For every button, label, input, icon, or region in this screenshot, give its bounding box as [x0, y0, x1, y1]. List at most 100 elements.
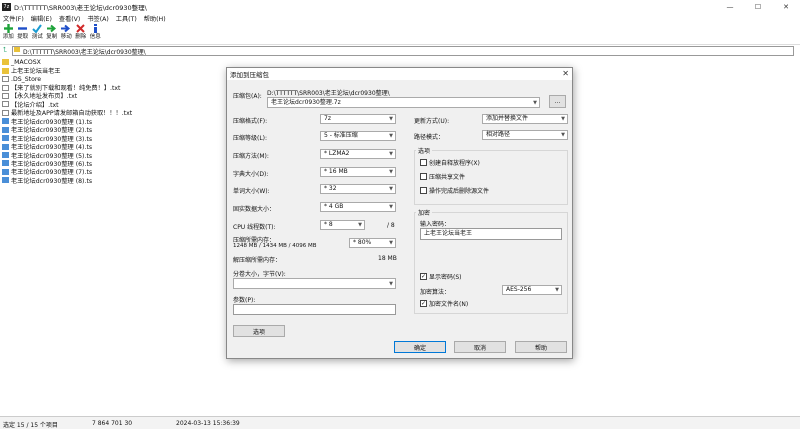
delete-after-checkbox[interactable]: 操作完成后删除源文件 [420, 186, 489, 195]
checkbox-unchecked-icon [420, 187, 427, 194]
solid-value: * 4 GB [324, 203, 344, 210]
menu-view[interactable]: 查看(V) [59, 14, 80, 23]
browse-button[interactable]: ... [549, 95, 566, 108]
enc-method-select[interactable]: AES-256 ▼ [502, 285, 562, 295]
cpu-select[interactable]: * 8 ▼ [320, 220, 365, 230]
shared-files-checkbox[interactable]: 压缩共享文件 [420, 172, 465, 181]
mem-detail: 1248 MB / 1434 MB / 4096 MB [233, 243, 317, 249]
address-bar: ⮤ D:\TTTTTT\SRR003\老王论坛\dcr0930整理\ [0, 44, 800, 56]
dialog-title: 添加到压缩包 [230, 71, 269, 79]
split-combo[interactable]: ▼ [233, 278, 396, 289]
method-select[interactable]: * LZMA2 ▼ [320, 149, 396, 159]
archive-name-value: 老王论坛dcr0930整理.7z [271, 98, 341, 106]
file-name: 上老王论坛当老王 [11, 68, 61, 76]
chevron-down-icon: ▼ [389, 151, 393, 157]
window-controls: — ☐ ✕ [716, 0, 800, 13]
address-input[interactable]: D:\TTTTTT\SRR003\老王论坛\dcr0930整理\ [12, 45, 794, 56]
menu-edit[interactable]: 编辑(E) [31, 14, 52, 23]
video-file-icon [2, 135, 9, 142]
path-mode-select[interactable]: 相对路径 ▼ [482, 130, 568, 140]
path-mode-label: 路径模式： [414, 134, 445, 141]
update-select[interactable]: 添加并替换文件 ▼ [482, 114, 568, 124]
archive-name-combo[interactable]: 老王论坛dcr0930整理.7z ▼ [267, 97, 540, 108]
add-label: 添加 [2, 34, 14, 40]
add-button[interactable]: 添加 [1, 23, 16, 43]
cpu-value: * 8 [324, 221, 333, 228]
plus-icon [3, 23, 13, 34]
encrypt-names-checkbox[interactable]: ✓ 加密文件名(N) [420, 299, 468, 308]
sfx-label: 创建自释放程序(X) [429, 160, 480, 167]
archive-label: 压缩包(A): [233, 93, 262, 100]
ok-button[interactable]: 确定 [394, 341, 446, 353]
checkbox-unchecked-icon [420, 173, 427, 180]
show-password-label: 显示密码(S) [429, 274, 462, 281]
delete-after-label: 操作完成后删除源文件 [429, 188, 490, 195]
chevron-down-icon: ▼ [533, 99, 537, 106]
solid-select[interactable]: * 4 GB ▼ [320, 202, 396, 212]
chevron-down-icon: ▼ [358, 222, 362, 228]
format-value: 7z [324, 115, 331, 122]
dict-value: * 16 MB [324, 168, 348, 175]
enc-method-value: AES-256 [506, 286, 532, 293]
video-file-icon [2, 126, 9, 133]
folder-icon [2, 59, 9, 66]
file-icon [2, 76, 9, 83]
level-label: 压缩等级(L): [233, 135, 268, 142]
shared-files-label: 压缩共享文件 [429, 174, 466, 181]
copy-button[interactable]: 复制 [45, 23, 60, 43]
extract-label: 提取 [17, 34, 29, 40]
folder-icon [2, 67, 9, 74]
maximize-button[interactable]: ☐ [744, 0, 772, 13]
status-size: 7 864 701 30 [92, 420, 133, 427]
params-input[interactable] [233, 304, 396, 315]
password-label: 输入密码： [420, 221, 451, 228]
help-button[interactable]: 帮助 [515, 341, 567, 353]
word-select[interactable]: * 32 ▼ [320, 184, 396, 194]
format-select[interactable]: 7z ▼ [320, 114, 396, 124]
decomp-value: 18 MB [378, 255, 397, 262]
minimize-button[interactable]: — [716, 0, 744, 13]
chevron-down-icon: ▼ [389, 169, 393, 175]
format-label: 压缩格式(F): [233, 118, 268, 125]
move-label: 移动 [60, 34, 72, 40]
dict-select[interactable]: * 16 MB ▼ [320, 167, 396, 177]
dialog-title-bar: 添加到压缩包 [227, 68, 572, 80]
path-mode-value: 相对路径 [486, 131, 511, 138]
info-label: 信息 [89, 34, 101, 40]
close-window-button[interactable]: ✕ [772, 0, 800, 13]
delete-x-icon [76, 23, 85, 34]
move-button[interactable]: 移动 [59, 23, 74, 43]
cancel-button[interactable]: 取消 [454, 341, 506, 353]
params-label: 参数(P): [233, 297, 256, 304]
menu-tools[interactable]: 工具(T) [116, 14, 137, 23]
mem-select[interactable]: * 80% ▼ [349, 238, 396, 248]
method-value: * LZMA2 [324, 150, 350, 157]
checkbox-unchecked-icon [420, 159, 427, 166]
file-icon [2, 92, 9, 99]
chevron-down-icon: ▼ [389, 186, 393, 192]
level-select[interactable]: 5 - 标准压缩 ▼ [320, 131, 396, 141]
password-input[interactable]: 上老王论坛当老王 [420, 228, 562, 240]
file-name: .DS_Store [11, 75, 42, 83]
show-password-checkbox[interactable]: ✓ 显示密码(S) [420, 272, 462, 281]
extract-button[interactable]: 提取 [16, 23, 31, 43]
dialog-close-button[interactable]: ✕ [562, 69, 569, 78]
up-folder-icon[interactable]: ⮤ [0, 46, 10, 55]
encryption-group-title: 加密 [416, 208, 433, 217]
check-icon [32, 23, 43, 34]
chevron-down-icon: ▼ [389, 116, 393, 122]
enc-method-label: 加密算法： [420, 289, 451, 296]
level-value: 5 - 标准压缩 [324, 132, 358, 139]
delete-button[interactable]: 删除 [74, 23, 89, 43]
menu-file[interactable]: 文件(F) [3, 14, 24, 23]
test-button[interactable]: 测试 [30, 23, 45, 43]
menu-help[interactable]: 帮助(H) [144, 14, 166, 23]
options-button[interactable]: 选项 [233, 325, 285, 337]
info-button[interactable]: 信息 [88, 23, 103, 43]
file-list-item[interactable]: _MACOSX [0, 58, 800, 66]
encrypt-names-label: 加密文件名(N) [429, 301, 469, 308]
word-label: 单词大小(W): [233, 188, 270, 195]
menu-bookmarks[interactable]: 书签(A) [87, 14, 108, 23]
sfx-checkbox[interactable]: 创建自释放程序(X) [420, 158, 480, 167]
status-date: 2024-03-13 15:36:39 [176, 420, 240, 427]
